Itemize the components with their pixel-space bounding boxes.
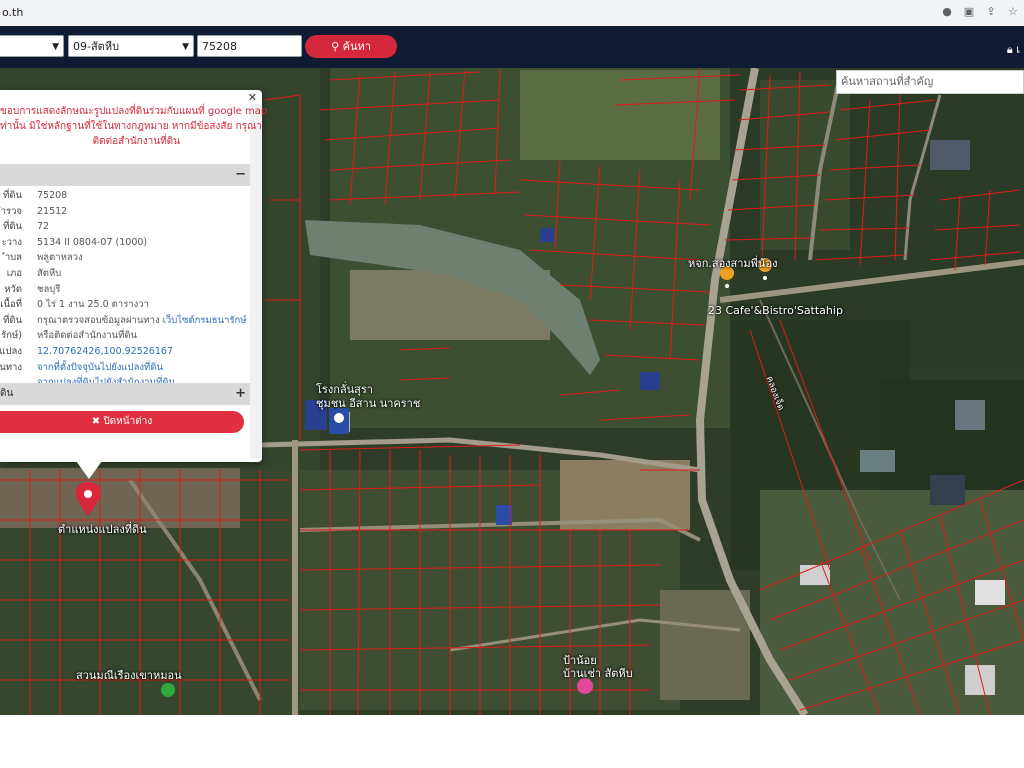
detail-row: ะวาง 5134 II 0804-07 (1000)	[1, 236, 148, 248]
route-to-parcel-link[interactable]: จากที่ตั้งปัจจุบันไปยังแปลงที่ดิน	[37, 360, 163, 376]
detail-row: รักษ์) หรือติดต่อสำนักงานที่ดิน	[1, 330, 138, 342]
detail-row: ำรวจ 21512	[0, 205, 68, 217]
address-bar[interactable]: o.th	[2, 6, 23, 19]
park-label[interactable]: สวนมณีเรืองเขาหมอน	[76, 666, 182, 684]
province-select[interactable]: ▼	[0, 35, 64, 57]
cafe-label[interactable]: 23 Cafe'&Bistro'Sattahip	[708, 304, 843, 317]
detail-row: ที่ดิน 72	[3, 221, 50, 233]
profile-icon[interactable]: ●	[940, 5, 954, 19]
page-footer	[0, 715, 1024, 768]
factory-label-line2[interactable]: ชุมชน อีสาน นาคราช	[316, 394, 420, 412]
search-icon: ⚲	[331, 40, 343, 53]
share-icon[interactable]: ⇪	[984, 5, 998, 19]
chevron-down-icon: ▼	[182, 42, 189, 52]
expand-icon[interactable]: +	[235, 383, 246, 405]
detail-row: เนื้อที่ 0 ไร่ 1 งาน 25.0 ตารางวา	[0, 299, 149, 311]
lock-icon: 🔒︎	[1006, 43, 1017, 56]
star-icon[interactable]: ☆	[1006, 5, 1020, 19]
parcel-number-input[interactable]: 75208	[197, 35, 302, 57]
park-marker-icon	[161, 683, 175, 697]
place-search-input[interactable]: ค้นหาสถานที่สำคัญ	[836, 70, 1024, 94]
disclaimer-notice: ขอบการแสดงลักษณะรูปแปลงที่ดินร่วมกับแผนท…	[0, 106, 268, 147]
detail-row: เภอ สัตหีบ	[6, 267, 62, 279]
collapse-icon[interactable]: −	[235, 164, 246, 186]
chevron-down-icon: ▼	[52, 42, 59, 52]
parcel-info-popup: ✕ ขอบการแสดงลักษณะรูปแปลงที่ดินร่วมกับแผ…	[0, 90, 268, 462]
info-section-header[interactable]: −	[0, 164, 250, 186]
parcel-marker-label: ตำแหน่งแปลงที่ดิน	[58, 523, 147, 536]
top-navbar: ▼ 09-สัตหีบ ▼ 75208 ⚲ ค้นหา 🔒︎ เ	[0, 26, 1024, 68]
detail-row: ที่ดิน 75208	[3, 190, 68, 201]
district-select[interactable]: 09-สัตหีบ ▼	[68, 35, 194, 57]
search-button[interactable]: ⚲ ค้นหา	[305, 35, 397, 58]
shop-label-line2[interactable]: บ้านเช่า สัตหีบ	[563, 664, 633, 682]
detail-row: แปลง 12.70762426,100.92526167	[0, 344, 250, 360]
close-window-button[interactable]: ✖ ปิดหน้าต่าง	[0, 411, 244, 433]
popup-scrollbar[interactable]	[250, 104, 262, 458]
detail-row: นทาง จากที่ตั้งปัจจุบันไปยังแปลงที่ดิน	[0, 360, 250, 376]
detail-row: ำบล พลูตาหลวง	[4, 252, 83, 264]
detail-row: หวัด ชลบุรี	[4, 283, 61, 295]
browser-toolbar: o.th ● ▣ ⇪ ☆	[0, 0, 1024, 27]
popup-pointer	[76, 461, 102, 479]
translate-icon[interactable]: ▣	[962, 5, 976, 19]
treasury-website-link[interactable]: เว็บไซต์กรมธนารักษ์	[163, 315, 247, 326]
land-section-header[interactable]: ดิน +	[0, 383, 250, 405]
user-menu[interactable]: 🔒︎ เ	[1007, 40, 1020, 58]
coordinates-link[interactable]: 12.70762426,100.92526167	[37, 344, 173, 360]
close-icon[interactable]: ✕	[248, 91, 257, 104]
detail-row: ที่ดิน กรุณาตรวจสอบข้อมูลผ่านทาง เว็บไซต์…	[3, 314, 247, 326]
junction-label[interactable]: หจก.สองสามพี่น้อง	[688, 254, 777, 272]
parcel-details: ที่ดิน 75208 ำรวจ 21512 ที่ดิน 72 ะวาง 5134 …	[0, 188, 250, 391]
